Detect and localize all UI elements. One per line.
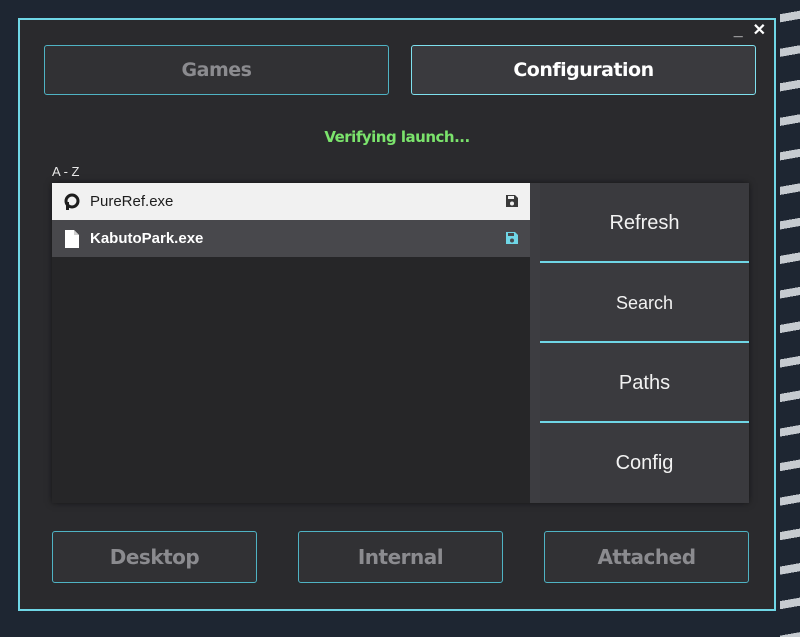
list-item-label: PureRef.exe xyxy=(90,193,174,210)
app-window: _ ✕ Games Configuration Verifying launch… xyxy=(18,18,776,611)
desktop-button[interactable]: Desktop xyxy=(52,531,257,583)
list-item-label: KabutoPark.exe xyxy=(90,230,204,247)
attached-button[interactable]: Attached xyxy=(544,531,749,583)
attached-button-label: Attached xyxy=(597,545,696,569)
internal-button-label: Internal xyxy=(357,545,444,569)
window-controls: _ ✕ xyxy=(734,22,766,40)
pureref-icon xyxy=(62,192,82,212)
refresh-button[interactable]: Refresh xyxy=(540,183,749,263)
config-button-label: Config xyxy=(615,451,674,474)
paths-button[interactable]: Paths xyxy=(540,343,749,423)
list-item[interactable]: KabutoPark.exe xyxy=(52,220,530,257)
minimize-button[interactable]: _ xyxy=(734,22,743,40)
status-message: Verifying launch... xyxy=(324,128,470,146)
close-button[interactable]: ✕ xyxy=(753,22,766,40)
tab-configuration[interactable]: Configuration xyxy=(411,45,756,95)
executable-list: PureRef.exe KabutoPark.exe xyxy=(52,183,530,503)
search-button[interactable]: Search xyxy=(540,263,749,343)
internal-button[interactable]: Internal xyxy=(298,531,503,583)
save-icon[interactable] xyxy=(504,193,520,209)
paths-button-label: Paths xyxy=(618,371,671,394)
refresh-button-label: Refresh xyxy=(609,211,680,234)
wallpaper-decoration xyxy=(780,0,800,637)
tab-games[interactable]: Games xyxy=(44,45,389,95)
list-item[interactable]: PureRef.exe xyxy=(52,183,530,220)
file-icon xyxy=(62,229,82,249)
search-button-label: Search xyxy=(615,292,674,313)
executable-panel: PureRef.exe KabutoPark.exe Refresh Searc… xyxy=(52,183,749,503)
action-sidebar: Refresh Search Paths Config xyxy=(540,183,749,503)
save-icon[interactable] xyxy=(504,230,520,246)
tab-games-label: Games xyxy=(181,59,252,81)
tab-configuration-label: Configuration xyxy=(513,59,654,81)
sort-toggle[interactable]: A - Z xyxy=(52,164,79,179)
list-scrollbar[interactable] xyxy=(530,183,540,503)
desktop-button-label: Desktop xyxy=(109,545,200,569)
config-button[interactable]: Config xyxy=(540,423,749,503)
